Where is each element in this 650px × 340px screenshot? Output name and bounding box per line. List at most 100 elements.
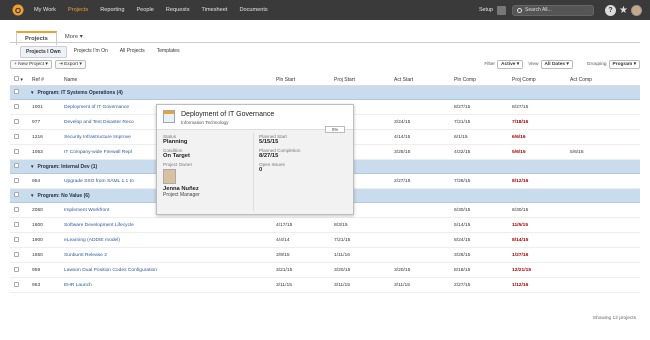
cell-project-name[interactable]: Lawson Dual Position Codes Configuration (64, 268, 276, 273)
nav-requests[interactable]: Requests (166, 7, 190, 13)
col-act-comp[interactable]: Act Comp (570, 77, 630, 83)
cell-ref: 1600 (32, 222, 43, 228)
subtab-projects-im-on[interactable]: Projects I'm On (69, 46, 113, 58)
cell-proj-comp: 7/18/16 (512, 119, 529, 125)
cell-act-comp: 5/6/15 (570, 149, 584, 155)
row-checkbox[interactable] (14, 206, 19, 212)
cell-project-name[interactable]: Software Development Lifecycle (64, 223, 276, 228)
row-checkbox[interactable] (14, 221, 19, 227)
row-select-cell (10, 251, 26, 259)
row-select-cell (10, 133, 26, 141)
sort-icon[interactable]: ▾ (20, 77, 23, 83)
row-checkbox[interactable] (14, 148, 19, 154)
cell-ref: 953 (32, 282, 41, 288)
col-ref[interactable]: Ref # (26, 77, 64, 83)
row-select-cell (10, 281, 26, 289)
project-icon (163, 110, 175, 123)
row-checkbox[interactable] (14, 133, 19, 139)
row-checkbox[interactable] (14, 281, 19, 287)
row-checkbox[interactable] (14, 266, 19, 272)
export-button[interactable]: ⇥ Export ▾ (54, 59, 86, 69)
nav-people[interactable]: People (136, 7, 153, 13)
col-proj-start[interactable]: Proj Start (334, 77, 394, 83)
cell-project-name[interactable]: eLearning (ADDIE model) (64, 238, 276, 243)
search-input[interactable]: Search All... (512, 4, 595, 16)
table-row[interactable]: 1650 Sunburst Release 2 3/9/15 1/11/16 3/26/… (10, 248, 640, 263)
cell-project-name[interactable]: Sunburst Release 2 (64, 253, 276, 258)
cell-act-start: 4/14/15 (394, 134, 411, 140)
nav-timesheet[interactable]: Timesheet (202, 7, 228, 13)
group-checkbox[interactable] (14, 89, 19, 94)
project-hover-card: Deployment of IT Governance Information … (156, 104, 354, 215)
row-checkbox[interactable] (14, 251, 19, 257)
cell-pln-start: 4/17/15 (276, 222, 293, 228)
col-name[interactable]: Name (64, 77, 276, 83)
collapse-triangle-icon[interactable]: ▼ (30, 90, 34, 95)
nav-reporting[interactable]: Reporting (100, 7, 124, 13)
cell-project-name[interactable]: EHR Launch (64, 283, 276, 288)
open-issues-value: 0 (259, 167, 263, 173)
row-checkbox[interactable] (14, 118, 19, 124)
subtab-all-projects[interactable]: All Projects (115, 46, 150, 58)
view-select[interactable]: All Dates ▾ (540, 59, 573, 69)
cell-proj-comp: 1/27/16 (512, 252, 529, 258)
subtab-templates[interactable]: Templates (152, 46, 185, 58)
nav-my-work[interactable]: My Work (34, 7, 56, 13)
owner-label: Project Owner (163, 162, 193, 167)
cell-act-start: 3/24/15 (394, 119, 411, 125)
table-row[interactable]: 1600 Software Development Lifecycle 4/17/1… (10, 218, 640, 233)
tab-divider (10, 42, 640, 43)
setup-link[interactable]: Setup (479, 7, 493, 13)
group-row[interactable]: ▼ Program: IT Systems Operations (4) (10, 86, 640, 100)
table-row[interactable]: 1900 eLearning (ADDIE model) 4/4/14 7/21/15… (10, 233, 640, 248)
new-project-button[interactable]: + New Project ▾ (10, 59, 52, 69)
filter-label: Filter (484, 61, 496, 67)
star-icon[interactable]: ★ (619, 5, 628, 16)
cell-proj-start: 7/21/15 (334, 237, 351, 243)
cell-pln-comp: 5/14/15 (454, 222, 471, 228)
group-label: Program: IT Systems Operations (4) (37, 89, 123, 96)
group-label: Program: No Value (6) (37, 192, 90, 199)
view-value: All Dates (544, 61, 566, 67)
cell-pln-comp: 8/27/15 (454, 104, 471, 110)
cell-proj-comp: 8/12/16 (512, 178, 529, 184)
help-icon[interactable]: ? (605, 4, 617, 16)
select-all-checkbox[interactable] (14, 76, 19, 81)
cell-ref: 1650 (32, 252, 43, 258)
col-proj-comp[interactable]: Proj Comp (512, 77, 570, 83)
col-pln-comp[interactable]: Pln Comp (454, 77, 512, 83)
grouping-value: Program (612, 61, 633, 67)
cell-proj-comp: 5/6/15 (512, 149, 526, 155)
hover-card-title[interactable]: Deployment of IT Governance (181, 111, 274, 118)
row-checkbox[interactable] (14, 103, 19, 109)
owner-role: Project Manager (163, 192, 200, 198)
cell-pln-comp: 6/30/15 (454, 207, 471, 213)
setup-icon[interactable] (497, 5, 507, 15)
cell-ref: 1216 (32, 134, 43, 140)
cell-ref: 2050 (32, 207, 43, 213)
table-row[interactable]: 953 EHR Launch 3/11/15 3/11/15 3/11/15 2/27/1… (10, 278, 640, 293)
group-checkbox[interactable] (14, 163, 19, 168)
toolbar-filters: Filter Active ▾ View All Dates ▾ Groupin… (479, 58, 640, 70)
row-checkbox[interactable] (14, 177, 19, 183)
group-checkbox[interactable] (14, 192, 19, 197)
collapse-triangle-icon[interactable]: ▼ (30, 164, 34, 169)
nav-right: Setup Search All... ? ★ (479, 3, 642, 17)
user-avatar[interactable] (631, 4, 642, 16)
table-row[interactable]: 959 Lawson Dual Position Codes Configurat… (10, 263, 640, 278)
nav-projects[interactable]: Projects (68, 7, 88, 13)
lion-logo-icon[interactable] (12, 4, 24, 16)
col-act-start[interactable]: Act Start (394, 77, 454, 83)
filter-select[interactable]: Active ▾ (497, 59, 524, 69)
collapse-triangle-icon[interactable]: ▼ (30, 193, 34, 198)
condition-value: On Target (163, 153, 190, 159)
nav-documents[interactable]: Documents (239, 7, 267, 13)
hover-card-subtitle: Information Technology (181, 120, 229, 125)
export-label: Export (64, 61, 78, 67)
grouping-select[interactable]: Program ▾ (608, 59, 640, 69)
row-checkbox[interactable] (14, 236, 19, 242)
owner-avatar (163, 169, 176, 184)
col-pln-start[interactable]: Pln Start (276, 77, 334, 83)
cell-pln-start: 3/21/15 (276, 267, 293, 273)
subtab-projects-i-own[interactable]: Projects I Own (20, 46, 67, 58)
